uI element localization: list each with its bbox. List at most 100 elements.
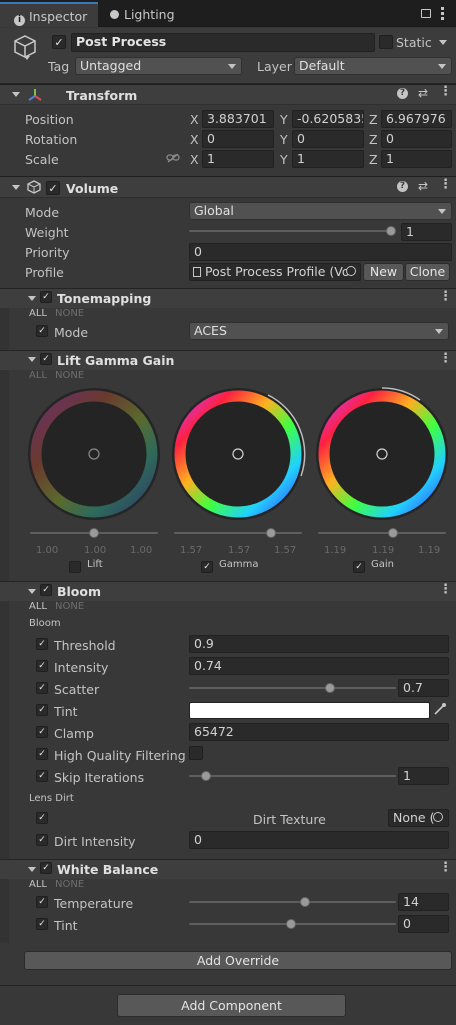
profile-field[interactable]: Post Process Profile (Vol — [189, 263, 361, 281]
all-toggle[interactable]: ALL — [29, 370, 47, 381]
help-icon[interactable]: ? — [397, 181, 408, 192]
override-mode-checkbox[interactable]: ✓ — [36, 325, 48, 337]
clone-profile-button[interactable]: Clone — [405, 263, 450, 281]
layer-dropdown[interactable]: Default — [294, 57, 452, 75]
none-toggle[interactable]: NONE — [55, 370, 84, 381]
tint-color-swatch[interactable] — [189, 702, 430, 719]
tint-override-checkbox[interactable]: ✓ — [36, 704, 48, 716]
object-picker-icon[interactable] — [433, 812, 443, 822]
position-y-field[interactable]: -0.6205835 — [292, 110, 364, 128]
add-override-button[interactable]: Add Override — [24, 951, 452, 970]
scatter-override-checkbox[interactable]: ✓ — [36, 682, 48, 694]
weight-slider-track[interactable] — [189, 230, 396, 232]
hq-override-checkbox[interactable]: ✓ — [36, 748, 48, 760]
gain-override-checkbox[interactable]: ✓ — [353, 561, 365, 573]
object-picker-icon[interactable] — [346, 266, 356, 276]
temperature-slider-track[interactable] — [189, 901, 396, 903]
weight-field[interactable]: 1 — [401, 223, 452, 241]
all-toggle[interactable]: ALL — [29, 879, 47, 890]
foldout-arrow-icon[interactable] — [12, 185, 20, 190]
tag-dropdown[interactable]: Untagged — [75, 57, 242, 75]
wb-tint-slider-handle[interactable] — [286, 919, 296, 929]
help-icon[interactable]: ? — [397, 88, 408, 99]
lgg-enabled-checkbox[interactable]: ✓ — [40, 353, 52, 365]
tab-inspector[interactable]: i Inspector — [0, 2, 98, 27]
static-dropdown[interactable] — [436, 34, 452, 52]
tonemapping-enabled-checkbox[interactable]: ✓ — [40, 291, 52, 303]
scatter-slider-handle[interactable] — [325, 683, 335, 693]
lift-override-checkbox[interactable] — [69, 561, 81, 573]
wb-tint-override-checkbox[interactable]: ✓ — [36, 918, 48, 930]
override-menu-icon[interactable]: ⋮ — [439, 352, 452, 365]
rotation-y-field[interactable]: 0 — [292, 130, 364, 148]
white-balance-enabled-checkbox[interactable]: ✓ — [40, 862, 52, 874]
gameobject-active-checkbox[interactable]: ✓ — [52, 35, 66, 49]
tonemapping-mode-dropdown[interactable]: ACES — [189, 322, 449, 340]
gain-slider-track[interactable] — [318, 532, 446, 534]
gamma-slider-handle[interactable] — [266, 528, 276, 538]
component-menu-icon[interactable]: ⋮ — [439, 178, 452, 191]
position-z-field[interactable]: 6.967976 — [381, 110, 452, 128]
static-checkbox[interactable] — [379, 35, 393, 49]
none-toggle[interactable]: NONE — [55, 308, 84, 319]
temperature-slider-handle[interactable] — [300, 897, 310, 907]
all-toggle[interactable]: ALL — [29, 308, 47, 319]
temperature-override-checkbox[interactable]: ✓ — [36, 896, 48, 908]
volume-mode-dropdown[interactable]: Global — [189, 202, 452, 220]
scatter-field[interactable]: 0.7 — [398, 679, 449, 697]
wb-tint-field[interactable]: 0 — [398, 915, 449, 933]
lift-wheel[interactable] — [26, 386, 162, 522]
gameobject-name-field[interactable]: Post Process — [71, 33, 375, 52]
override-menu-icon[interactable]: ⋮ — [439, 583, 452, 596]
hq-filtering-checkbox[interactable] — [189, 746, 203, 760]
volume-enabled-checkbox[interactable]: ✓ — [46, 181, 60, 195]
skip-iterations-field[interactable]: 1 — [398, 767, 449, 785]
gain-wheel[interactable] — [314, 386, 450, 522]
tab-menu-icon[interactable] — [441, 7, 445, 21]
lock-icon[interactable] — [421, 9, 431, 18]
add-component-button[interactable]: Add Component — [117, 994, 346, 1017]
foldout-arrow-icon[interactable] — [12, 92, 20, 97]
clamp-field[interactable]: 65472 — [189, 723, 449, 741]
lift-slider-handle[interactable] — [89, 528, 99, 538]
override-menu-icon[interactable]: ⋮ — [439, 861, 452, 874]
rotation-x-field[interactable]: 0 — [202, 130, 274, 148]
dirt-intensity-override-checkbox[interactable]: ✓ — [36, 834, 48, 846]
scatter-slider-track[interactable] — [189, 687, 396, 689]
presets-icon[interactable]: ⇄ — [418, 180, 428, 193]
skip-slider-track[interactable] — [189, 775, 396, 777]
none-toggle[interactable]: NONE — [55, 601, 84, 612]
dirt-intensity-field[interactable]: 0 — [189, 831, 449, 849]
gamma-wheel[interactable] — [170, 386, 306, 522]
skip-slider-handle[interactable] — [201, 771, 211, 781]
foldout-arrow-icon[interactable] — [28, 867, 36, 872]
scale-y-field[interactable]: 1 — [292, 150, 364, 168]
gamma-override-checkbox[interactable]: ✓ — [201, 561, 213, 573]
chevron-down-icon[interactable] — [24, 56, 30, 60]
intensity-field[interactable]: 0.74 — [189, 657, 449, 675]
threshold-override-checkbox[interactable]: ✓ — [36, 638, 48, 650]
tab-lighting[interactable]: Lighting — [108, 2, 198, 27]
position-x-field[interactable]: 3.883701 — [202, 110, 274, 128]
foldout-arrow-icon[interactable] — [28, 589, 36, 594]
intensity-override-checkbox[interactable]: ✓ — [36, 660, 48, 672]
threshold-field[interactable]: 0.9 — [189, 635, 449, 653]
none-toggle[interactable]: NONE — [55, 879, 84, 890]
all-toggle[interactable]: ALL — [29, 601, 47, 612]
skip-override-checkbox[interactable]: ✓ — [36, 770, 48, 782]
presets-icon[interactable]: ⇄ — [418, 87, 428, 100]
bloom-enabled-checkbox[interactable]: ✓ — [40, 584, 52, 596]
clamp-override-checkbox[interactable]: ✓ — [36, 726, 48, 738]
link-icon[interactable] — [166, 152, 180, 163]
scale-z-field[interactable]: 1 — [381, 150, 452, 168]
gain-slider-handle[interactable] — [388, 528, 398, 538]
foldout-arrow-icon[interactable] — [28, 357, 36, 362]
gamma-slider-track[interactable] — [174, 532, 302, 534]
foldout-arrow-icon[interactable] — [28, 296, 36, 301]
scale-x-field[interactable]: 1 — [202, 150, 274, 168]
override-menu-icon[interactable]: ⋮ — [439, 290, 452, 303]
priority-field[interactable]: 0 — [189, 243, 452, 261]
dirt-texture-override-checkbox[interactable]: ✓ — [36, 812, 48, 824]
weight-slider-handle[interactable] — [386, 226, 396, 236]
component-menu-icon[interactable]: ⋮ — [439, 85, 452, 98]
